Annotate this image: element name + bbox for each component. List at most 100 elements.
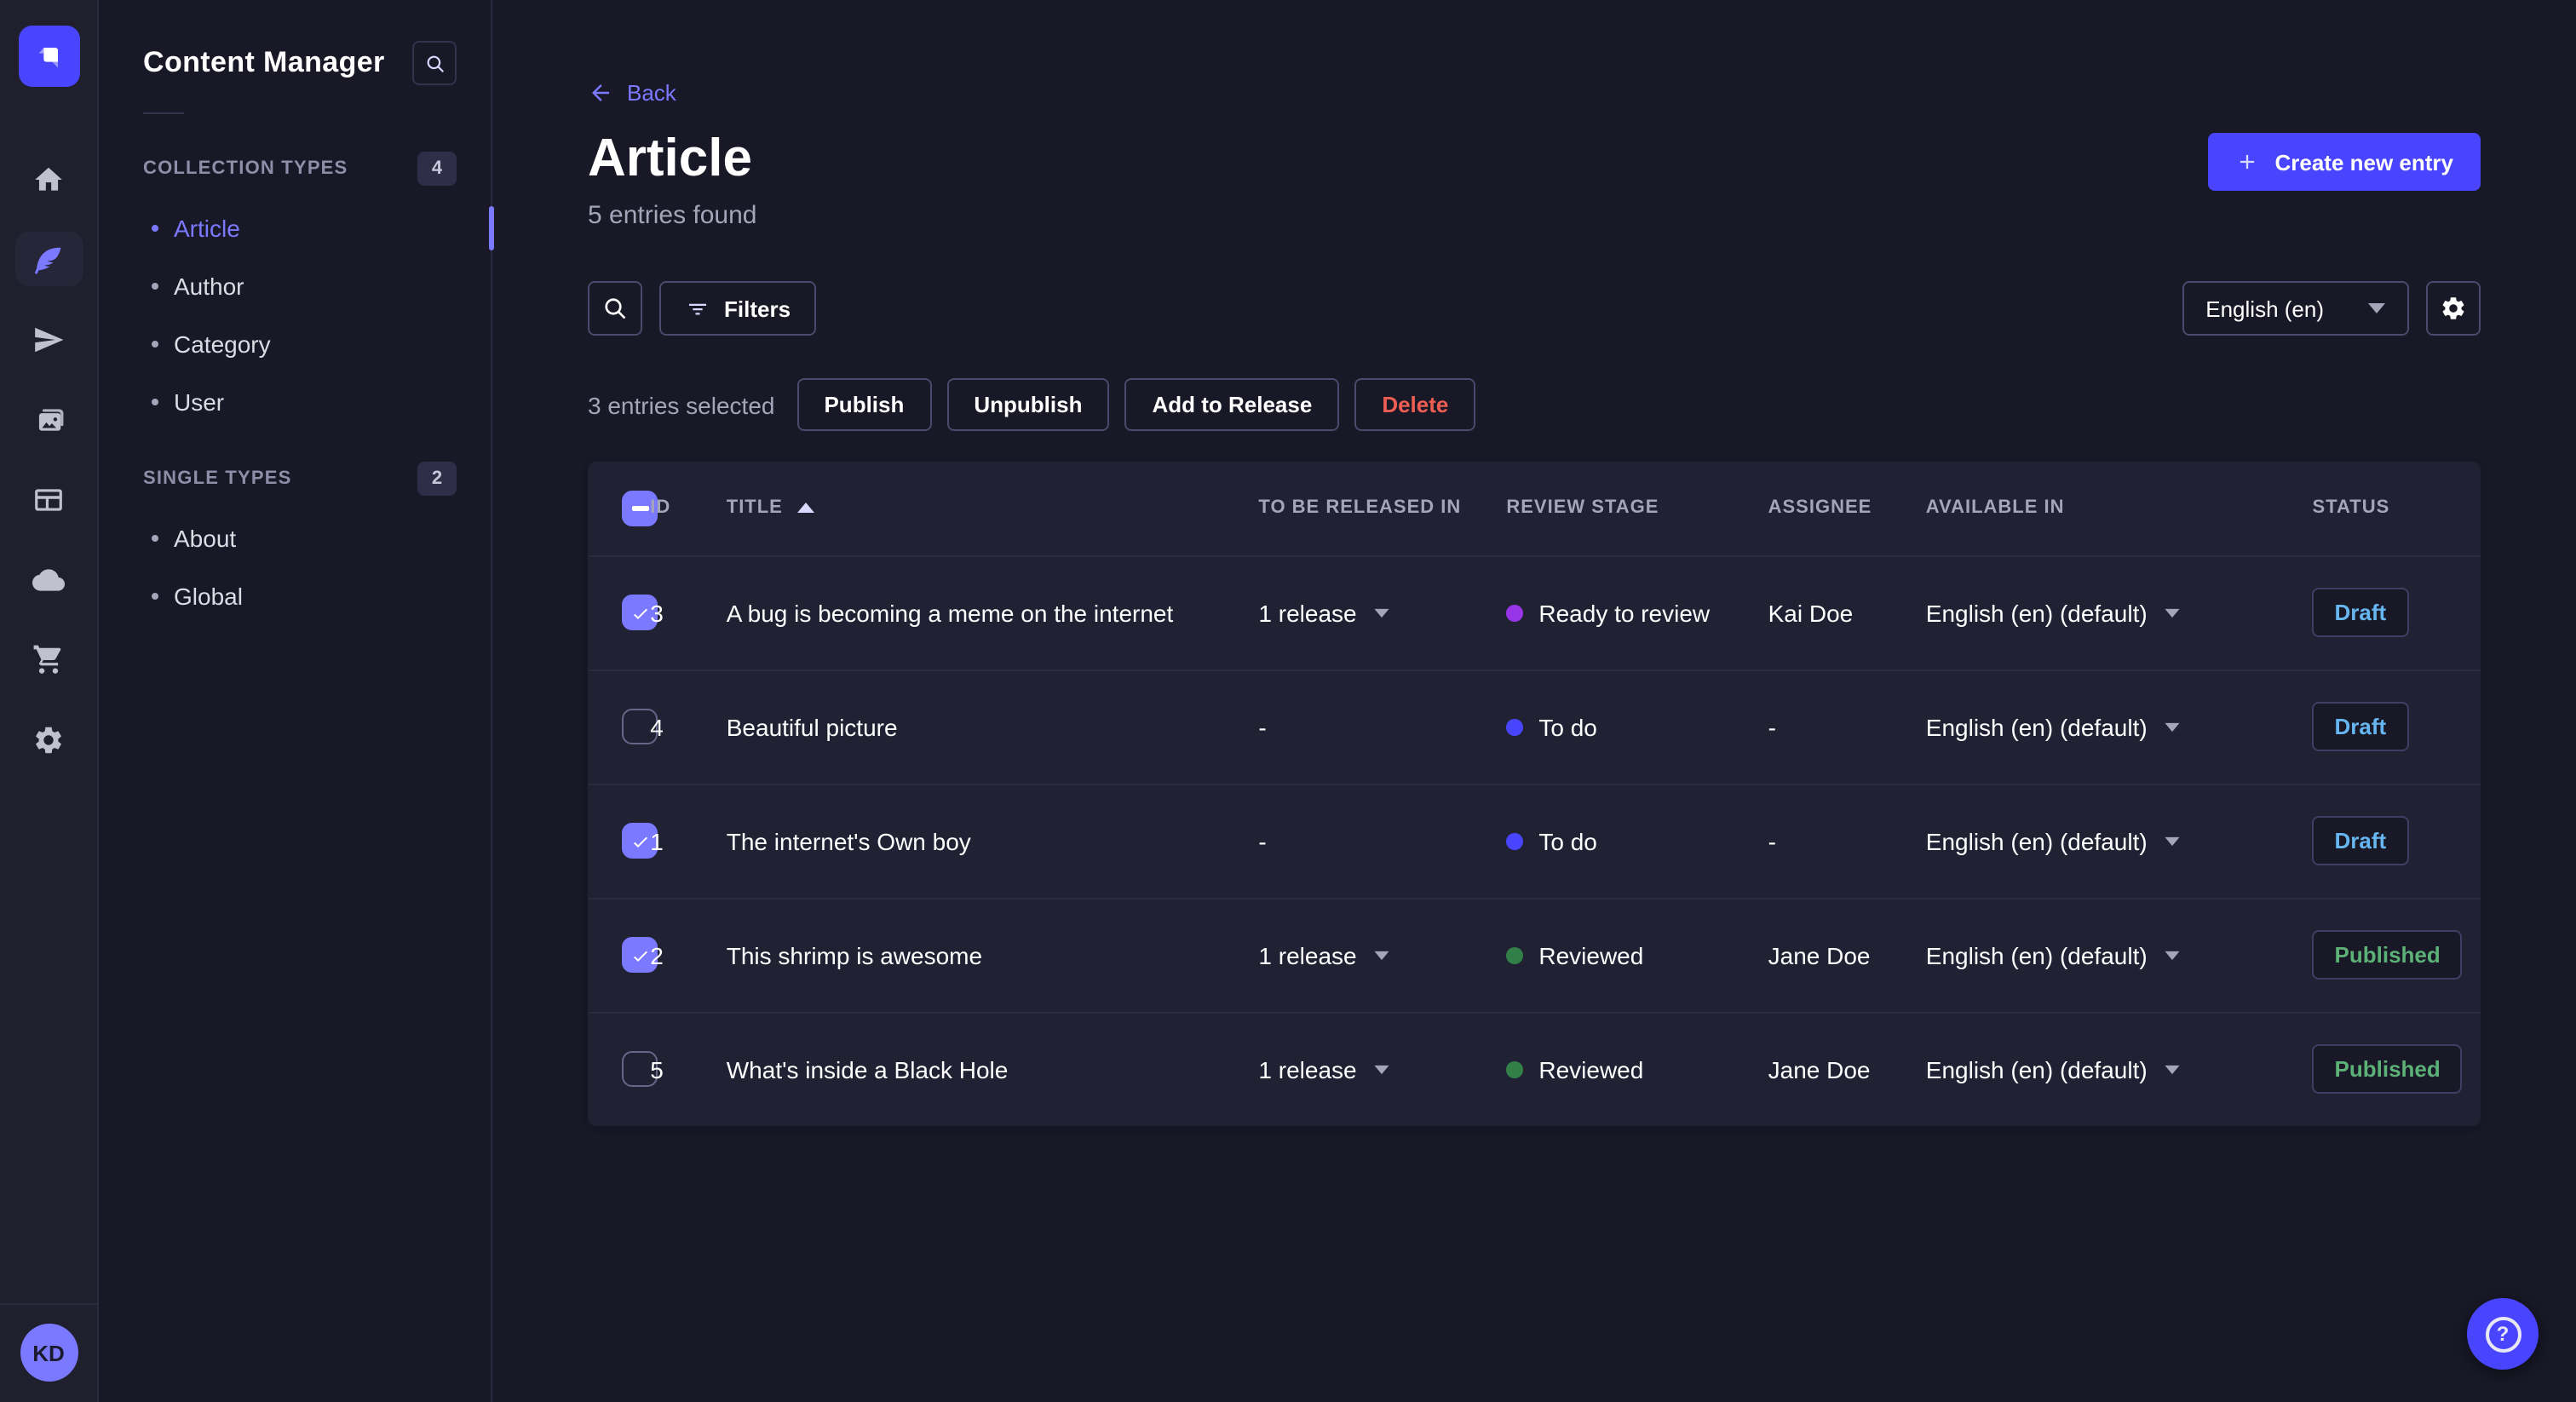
stage-dot	[1506, 604, 1524, 622]
rail-media-library[interactable]	[14, 392, 83, 446]
single-types-count-badge: 2	[417, 462, 457, 496]
check-icon	[633, 607, 647, 619]
chevron-down-icon[interactable]	[2165, 722, 2181, 732]
publish-button[interactable]: Publish	[796, 378, 932, 432]
sidebar-divider	[143, 112, 184, 114]
table-row[interactable]: 3 A bug is becoming a meme on the intern…	[588, 554, 2481, 670]
strapi-logo[interactable]	[18, 26, 79, 87]
table-row[interactable]: 2 This shrimp is awesome 1 release Revie…	[588, 897, 2481, 1013]
sidebar-item-article[interactable]: Article	[99, 199, 494, 257]
locale-select[interactable]: English (en)	[2182, 281, 2409, 336]
status-badge: Published	[2312, 930, 2463, 980]
stage-dot	[1506, 1060, 1524, 1078]
back-arrow-icon	[592, 84, 609, 101]
chevron-down-icon[interactable]	[2165, 608, 2181, 618]
sidebar-item-category[interactable]: Category	[99, 315, 491, 373]
unpublish-button[interactable]: Unpublish	[946, 378, 1110, 432]
check-icon	[633, 950, 647, 962]
status-badge: Published	[2312, 1044, 2463, 1095]
rail-marketplace[interactable]	[14, 632, 83, 687]
sidebar-item-author[interactable]: Author	[99, 257, 491, 315]
table-row[interactable]: 5 What's inside a Black Hole 1 release R…	[588, 1011, 2481, 1127]
row-stage: Reviewed	[1538, 941, 1644, 969]
media-library-icon	[38, 408, 64, 430]
sidebar-item-global[interactable]: Global	[99, 567, 491, 625]
table-header-row: ID TITLE TO BE RELEASED IN REVIEW STAGE …	[588, 462, 2481, 555]
row-released: -	[1258, 827, 1267, 855]
col-header-stage[interactable]: REVIEW STAGE	[1506, 462, 1768, 555]
col-header-id[interactable]: ID	[650, 462, 727, 555]
stage-dot	[1506, 718, 1524, 736]
rail-settings[interactable]	[14, 712, 83, 767]
row-title: Beautiful picture	[726, 669, 1259, 784]
row-stage: Ready to review	[1538, 599, 1711, 627]
help-button[interactable]: ?	[2467, 1298, 2539, 1370]
filters-button[interactable]: Filters	[659, 281, 817, 336]
rail-content-manager[interactable]	[14, 232, 83, 286]
single-types-label: SINGLE TYPES	[143, 468, 292, 489]
single-types-section: SINGLE TYPES 2 About Global	[99, 448, 491, 625]
row-released: -	[1258, 713, 1267, 741]
sidebar-item-about[interactable]: About	[99, 509, 491, 567]
search-icon	[605, 298, 625, 319]
icon-rail: KD	[0, 0, 99, 1402]
row-id: 4	[650, 669, 727, 784]
table-row[interactable]: 1 The internet's Own boy - To do - Engli…	[588, 783, 2481, 899]
row-title: What's inside a Black Hole	[726, 1011, 1259, 1127]
view-settings-button[interactable]	[2426, 281, 2481, 336]
chevron-down-icon[interactable]	[2165, 951, 2181, 960]
row-title: A bug is becoming a meme on the internet	[726, 554, 1259, 670]
chevron-down-icon[interactable]	[1375, 951, 1390, 960]
strapi-logo-icon	[37, 48, 57, 68]
paper-plane-icon	[35, 326, 64, 352]
sidebar-search-button[interactable]	[412, 41, 457, 85]
row-id: 2	[650, 897, 727, 1013]
row-assignee: Jane Doe	[1768, 897, 1926, 1013]
row-assignee: -	[1768, 783, 1926, 899]
row-id: 3	[650, 554, 727, 670]
gear-icon	[2442, 297, 2464, 319]
chevron-down-icon[interactable]	[2165, 1065, 2181, 1074]
chevron-down-icon[interactable]	[1375, 608, 1390, 618]
row-available: English (en) (default)	[1925, 599, 2148, 627]
row-stage: Reviewed	[1538, 1055, 1644, 1083]
user-avatar[interactable]: KD	[20, 1324, 78, 1382]
row-id: 5	[650, 1011, 727, 1127]
row-released: 1 release	[1258, 941, 1357, 969]
back-link[interactable]: Back	[588, 80, 676, 106]
col-header-title[interactable]: TITLE	[727, 462, 1259, 555]
gear-icon	[36, 726, 61, 753]
col-header-released[interactable]: TO BE RELEASED IN	[1258, 462, 1506, 555]
delete-button[interactable]: Delete	[1354, 378, 1476, 432]
rail-cloud[interactable]	[14, 552, 83, 606]
col-header-status[interactable]: STATUS	[2313, 462, 2481, 555]
row-available: English (en) (default)	[1925, 827, 2148, 855]
sidebar-title: Content Manager	[143, 46, 385, 78]
rail-deploy[interactable]	[14, 312, 83, 366]
cart-icon	[33, 644, 61, 673]
content-manager-icon	[35, 246, 61, 273]
chevron-down-icon[interactable]	[2165, 836, 2181, 846]
row-released: 1 release	[1258, 1055, 1357, 1083]
add-to-release-button[interactable]: Add to Release	[1124, 378, 1340, 432]
status-badge: Draft	[2312, 816, 2409, 866]
collection-types-count-badge: 4	[417, 152, 457, 186]
row-title: The internet's Own boy	[726, 783, 1259, 899]
create-new-entry-button[interactable]: Create new entry	[2208, 133, 2481, 191]
table-row[interactable]: 4 Beautiful picture - To do - English (e…	[588, 669, 2481, 784]
indeterminate-icon	[631, 506, 648, 511]
page-title: Article	[588, 128, 752, 187]
rail-content-type-builder[interactable]	[14, 472, 83, 526]
col-header-assignee[interactable]: ASSIGNEE	[1768, 462, 1926, 555]
rail-home[interactable]	[14, 152, 83, 206]
sidebar-item-user[interactable]: User	[99, 373, 491, 431]
status-badge: Draft	[2312, 702, 2409, 752]
row-available: English (en) (default)	[1925, 1055, 2148, 1083]
chevron-down-icon[interactable]	[1375, 1065, 1390, 1074]
table-search-button[interactable]	[588, 281, 642, 336]
row-assignee: -	[1768, 669, 1926, 784]
sort-ascending-icon	[797, 503, 815, 514]
row-released: 1 release	[1258, 599, 1357, 627]
selection-count-text: 3 entries selected	[588, 391, 775, 419]
col-header-available[interactable]: AVAILABLE IN	[1926, 462, 2313, 555]
